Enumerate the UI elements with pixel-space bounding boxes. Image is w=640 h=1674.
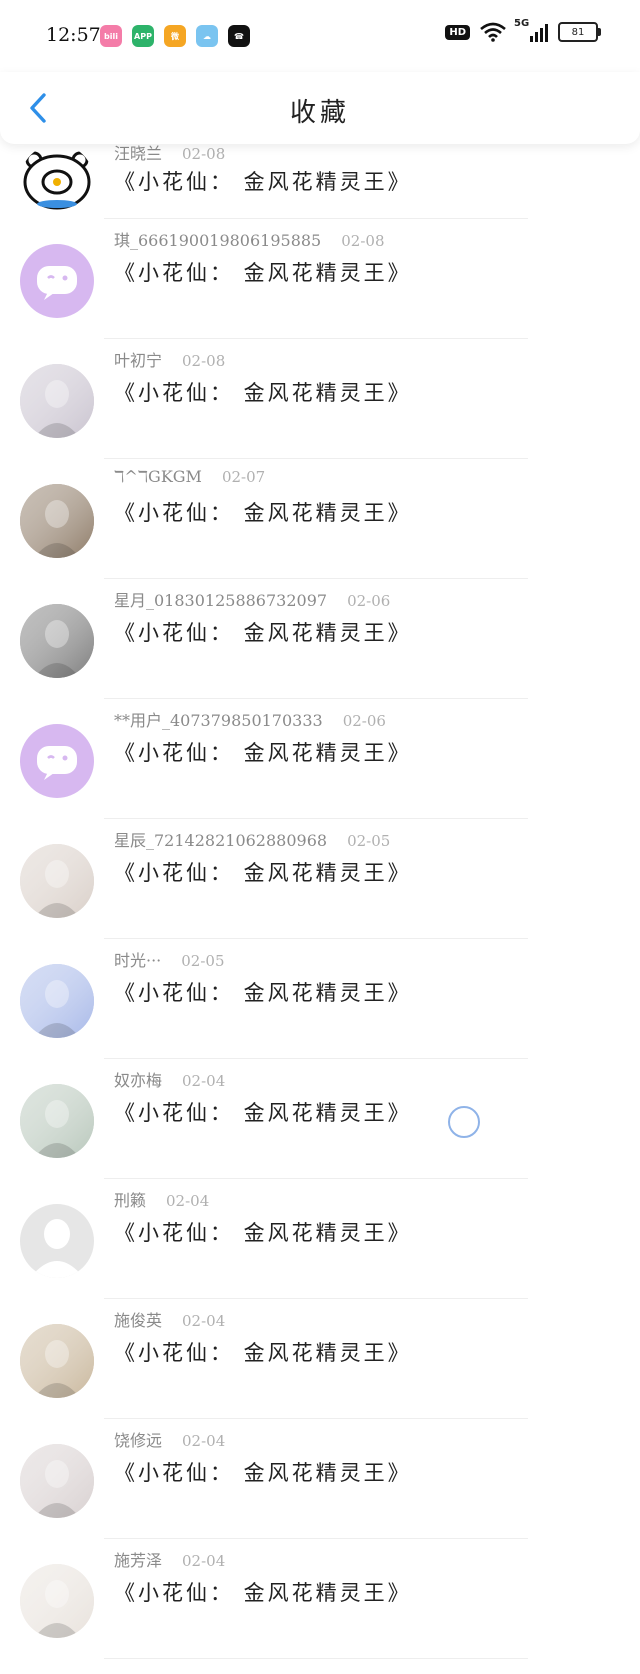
- list-item[interactable]: 汪晓兰 02-08 《小花仙： 金风花精灵王》: [0, 140, 640, 219]
- item-date: 02-04: [182, 1312, 226, 1330]
- user-name: 时光···: [114, 951, 162, 970]
- user-name: 叶初宁: [114, 351, 163, 370]
- user-name: 施俊英: [114, 1311, 163, 1330]
- avatar[interactable]: [20, 244, 94, 318]
- avatar[interactable]: [20, 1084, 94, 1158]
- item-meta: 饶修远 02-04: [114, 1427, 225, 1451]
- list-item[interactable]: 叶初宁 02-08 《小花仙： 金风花精灵王》: [0, 339, 640, 459]
- user-name: 琪_666190019806195885: [114, 231, 322, 250]
- user-name: 施芳泽: [114, 1551, 163, 1570]
- avatar[interactable]: [20, 604, 94, 678]
- item-title[interactable]: 《小花仙： 金风花精灵王》: [114, 857, 412, 887]
- item-meta: ℸ^ℸGKGM 02-07: [114, 467, 265, 486]
- page-title: 收藏: [289, 98, 350, 128]
- status-time: 12:57: [46, 24, 101, 46]
- list-item[interactable]: 星月_01830125886732097 02-06 《小花仙： 金风花精灵王》: [0, 579, 640, 699]
- item-meta: 时光··· 02-05: [114, 947, 225, 971]
- avatar[interactable]: [20, 1444, 94, 1518]
- item-meta: 星月_01830125886732097 02-06: [114, 587, 390, 611]
- item-title[interactable]: 《小花仙： 金风花精灵王》: [114, 497, 412, 527]
- avatar[interactable]: [20, 1204, 94, 1278]
- item-date: 02-07: [221, 468, 266, 486]
- list-item[interactable]: 刑籁 02-04 《小花仙： 金风花精灵王》: [0, 1179, 640, 1299]
- item-date: 02-05: [181, 952, 225, 970]
- item-date: 02-04: [182, 1072, 226, 1090]
- item-date: 02-08: [341, 232, 385, 250]
- list-item[interactable]: 施俊英 02-04 《小花仙： 金风花精灵王》: [0, 1299, 640, 1419]
- bilibili-icon: bili: [100, 25, 122, 47]
- avatar[interactable]: [20, 1324, 94, 1398]
- list-item[interactable]: 奴亦梅 02-04 《小花仙： 金风花精灵王》: [0, 1059, 640, 1179]
- item-date: 02-04: [166, 1192, 210, 1210]
- item-title[interactable]: 《小花仙： 金风花精灵王》: [114, 977, 412, 1007]
- favorites-list[interactable]: 汪晓兰 02-08 《小花仙： 金风花精灵王》 琪_666190019806195…: [0, 140, 640, 1659]
- divider: [104, 1658, 528, 1659]
- item-title[interactable]: 《小花仙： 金风花精灵王》: [114, 1577, 412, 1607]
- item-title[interactable]: 《小花仙： 金风花精灵王》: [114, 737, 412, 767]
- item-title[interactable]: 《小花仙： 金风花精灵王》: [114, 377, 412, 407]
- item-title[interactable]: 《小花仙： 金风花精灵王》: [114, 1337, 412, 1367]
- user-name: 汪晓兰: [114, 144, 163, 163]
- list-item[interactable]: 施芳泽 02-04 《小花仙： 金风花精灵王》: [0, 1539, 640, 1659]
- nav-header: 收藏: [0, 72, 640, 144]
- item-date: 02-04: [182, 1552, 226, 1570]
- system-icons: HD 5G 81: [445, 18, 601, 42]
- user-name: ℸ^ℸGKGM: [114, 467, 202, 486]
- app-store-icon: APP: [132, 25, 154, 47]
- item-date: 02-08: [182, 352, 226, 370]
- avatar[interactable]: [20, 964, 94, 1038]
- wifi-icon: [480, 22, 506, 42]
- avatar[interactable]: [20, 724, 94, 798]
- item-meta: 施芳泽 02-04: [114, 1547, 225, 1571]
- item-title[interactable]: 《小花仙： 金风花精灵王》: [114, 617, 412, 647]
- item-date: 02-06: [342, 712, 386, 730]
- item-meta: 叶初宁 02-08: [114, 347, 225, 371]
- loading-indicator: [448, 1106, 480, 1138]
- list-item[interactable]: 琪_666190019806195885 02-08 《小花仙： 金风花精灵王》: [0, 219, 640, 339]
- list-item[interactable]: 饶修远 02-04 《小花仙： 金风花精灵王》: [0, 1419, 640, 1539]
- avatar[interactable]: [20, 844, 94, 918]
- item-date: 02-04: [182, 1432, 226, 1450]
- item-title[interactable]: 《小花仙： 金风花精灵王》: [114, 1097, 412, 1127]
- phone-app-icon: ☎: [228, 25, 250, 47]
- user-name: 星辰_72142821062880968: [114, 831, 328, 850]
- user-name: 刑籁: [114, 1191, 147, 1210]
- item-meta: 星辰_72142821062880968 02-05: [114, 827, 390, 851]
- list-item[interactable]: **用户_407379850170333 02-06 《小花仙： 金风花精灵王》: [0, 699, 640, 819]
- user-name: 奴亦梅: [114, 1071, 163, 1090]
- item-meta: **用户_407379850170333 02-06: [114, 707, 386, 731]
- item-meta: 刑籁 02-04: [114, 1187, 209, 1211]
- weather-icon: ☁: [196, 25, 218, 47]
- item-title[interactable]: 《小花仙： 金风花精灵王》: [114, 1217, 412, 1247]
- avatar[interactable]: [20, 144, 94, 218]
- signal-icon: 5G: [514, 18, 548, 42]
- user-name: 饶修远: [114, 1431, 163, 1450]
- user-name: 星月_01830125886732097: [114, 591, 328, 610]
- avatar[interactable]: [20, 1564, 94, 1638]
- avatar[interactable]: [20, 364, 94, 438]
- notification-icons: bili APP 微 ☁ ☎: [100, 25, 250, 47]
- hd-icon: HD: [445, 24, 470, 40]
- status-bar: 12:57 bili APP 微 ☁ ☎ HD 5G 81: [0, 0, 640, 72]
- battery-icon: 81: [558, 22, 601, 42]
- item-meta: 琪_666190019806195885 02-08: [114, 227, 385, 251]
- item-title[interactable]: 《小花仙： 金风花精灵王》: [114, 166, 412, 196]
- user-name: **用户_407379850170333: [114, 711, 323, 730]
- item-meta: 奴亦梅 02-04: [114, 1067, 225, 1091]
- item-date: 02-06: [347, 592, 391, 610]
- item-date: 02-05: [347, 832, 391, 850]
- avatar[interactable]: [20, 484, 94, 558]
- network-type: 5G: [514, 18, 530, 29]
- item-date: 02-08: [182, 145, 226, 163]
- list-item[interactable]: ℸ^ℸGKGM 02-07 《小花仙： 金风花精灵王》: [0, 459, 640, 579]
- weibo-icon: 微: [164, 25, 186, 47]
- list-item[interactable]: 星辰_72142821062880968 02-05 《小花仙： 金风花精灵王》: [0, 819, 640, 939]
- battery-level: 81: [571, 26, 585, 38]
- item-meta: 施俊英 02-04: [114, 1307, 225, 1331]
- item-title[interactable]: 《小花仙： 金风花精灵王》: [114, 257, 412, 287]
- list-item[interactable]: 时光··· 02-05 《小花仙： 金风花精灵王》: [0, 939, 640, 1059]
- item-title[interactable]: 《小花仙： 金风花精灵王》: [114, 1457, 412, 1487]
